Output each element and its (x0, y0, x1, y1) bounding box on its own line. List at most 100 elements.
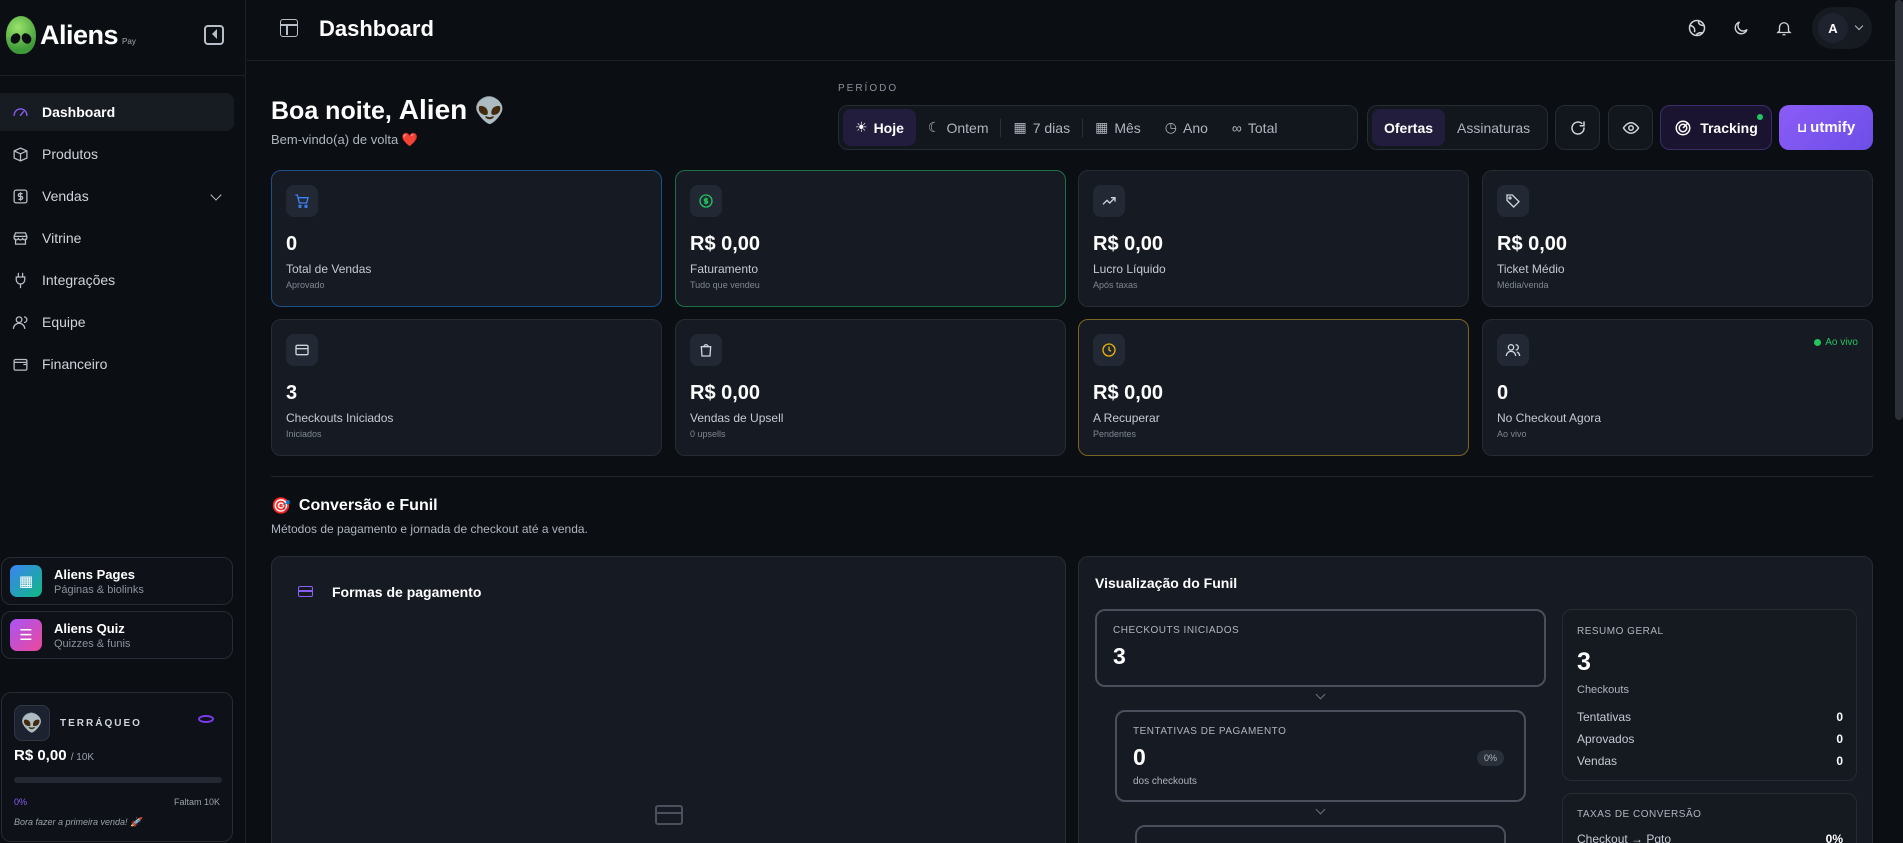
utmify-button[interactable]: ⊔ utmify (1779, 105, 1873, 150)
shopping-bag-icon (690, 334, 722, 366)
summary-label: Checkouts (1577, 684, 1629, 696)
stat-card-no-checkout-agora[interactable]: Ao vivo 0 No Checkout Agora Ao vivo (1482, 319, 1873, 456)
store-icon (13, 232, 28, 245)
sidebar: Aliens Pay Dashboard Produtos Vendas Vit… (0, 0, 246, 843)
sidebar-item-dashboard[interactable]: Dashboard (0, 93, 234, 131)
period-selector: ☀ Hoje ☾ Ontem ▦ 7 dias ▦ Mês ◷ Ano ∞ Total (838, 105, 1358, 150)
user-menu[interactable]: A (1812, 7, 1872, 49)
period-label: Hoje (873, 119, 904, 136)
stat-card-faturamento[interactable]: R$ 0,00 Faturamento Tudo que vendeu (675, 170, 1066, 307)
page-scrollbar[interactable] (1895, 0, 1903, 420)
level-name: TERRÁQUEO (60, 718, 142, 729)
moon-icon[interactable] (1730, 17, 1752, 39)
refresh-button[interactable] (1555, 105, 1600, 150)
level-goal: / 10K (70, 752, 95, 763)
greeting-name: Alien (398, 94, 468, 125)
period-label: PERÍODO (838, 83, 899, 94)
tab-ofertas[interactable]: Ofertas (1372, 109, 1446, 146)
sidebar-item-financeiro[interactable]: Financeiro (0, 345, 234, 383)
sidebar-item-label: Integrações (42, 272, 116, 288)
stat-sub: Aprovado (286, 280, 325, 290)
stat-card-total-vendas[interactable]: 0 Total de Vendas Aprovado (271, 170, 662, 307)
stat-label: Vendas de Upsell (690, 411, 784, 425)
promo-aliens-pages[interactable]: ▦ Aliens Pages Páginas & biolinks (1, 557, 233, 605)
period-ano[interactable]: ◷ Ano (1153, 109, 1220, 146)
promo-sub: Páginas & biolinks (54, 583, 144, 596)
stat-value: R$ 0,00 (1497, 233, 1568, 255)
promo-title: Aliens Quiz (54, 620, 125, 636)
funnel-step-checkouts[interactable]: CHECKOUTS INICIADOS 3 (1095, 609, 1546, 687)
sidebar-item-label: Dashboard (42, 104, 116, 120)
layout-icon[interactable] (280, 19, 298, 37)
greeting-sub: Bem-vindo(a) de volta ❤️ (271, 132, 418, 147)
funnel-step-tentativas[interactable]: TENTATIVAS DE PAGAMENTO 0 dos checkouts … (1115, 710, 1526, 802)
collapse-sidebar-icon[interactable] (204, 25, 224, 45)
gauge-icon (13, 108, 28, 117)
period-mes[interactable]: ▦ Mês (1083, 109, 1153, 146)
stat-sub: Tudo que vendeu (690, 280, 760, 290)
payment-methods-panel: Formas de pagamento (271, 556, 1066, 843)
stat-label: Faturamento (690, 262, 759, 276)
promo-aliens-quiz[interactable]: ☰ Aliens Quiz Quizzes & funis (1, 611, 233, 659)
sidebar-item-vitrine[interactable]: Vitrine (0, 219, 234, 257)
stat-card-checkouts-iniciados[interactable]: 3 Checkouts Iniciados Iniciados (271, 319, 662, 456)
credit-card-icon (286, 334, 318, 366)
stat-sub: Iniciados (286, 429, 322, 439)
cart-icon (286, 185, 318, 217)
funnel-step-next[interactable] (1135, 825, 1506, 843)
tracking-button[interactable]: Tracking (1660, 105, 1772, 150)
stat-label: Ticket Médio (1497, 262, 1565, 276)
period-total[interactable]: ∞ Total (1220, 109, 1290, 146)
section-divider (271, 476, 1873, 477)
stat-label: Total de Vendas (286, 262, 372, 276)
brand-logo[interactable]: Aliens Pay (6, 16, 136, 54)
sidebar-item-label: Financeiro (42, 356, 108, 372)
sun-icon: ☀ (855, 119, 868, 135)
sidebar-item-equipe[interactable]: Equipe (0, 303, 234, 341)
refresh-icon (1570, 120, 1585, 135)
stat-sub: 0 upsells (690, 429, 726, 439)
period-hoje[interactable]: ☀ Hoje (843, 109, 916, 146)
package-icon (13, 147, 28, 162)
globe-icon[interactable] (1686, 17, 1708, 39)
period-7-dias[interactable]: ▦ 7 dias (1001, 109, 1082, 146)
stat-value: R$ 0,00 (690, 382, 761, 404)
chevron-down-icon (1315, 804, 1326, 815)
stat-sub: Média/venda (1497, 280, 1549, 290)
summary-row-label: Tentativas (1577, 710, 1632, 724)
summary-title: RESUMO GERAL (1577, 626, 1664, 637)
rates-title: TAXAS DE CONVERSÃO (1577, 809, 1702, 820)
page-title: Dashboard (319, 16, 434, 41)
chevron-down-icon (1315, 689, 1326, 700)
calendar-clock-icon: ◷ (1164, 119, 1177, 135)
stat-card-a-recuperar[interactable]: R$ 0,00 A Recuperar Pendentes (1078, 319, 1469, 456)
stat-card-lucro-liquido[interactable]: R$ 0,00 Lucro Líquido Após taxas (1078, 170, 1469, 307)
tab-assinaturas[interactable]: Assinaturas (1445, 109, 1542, 146)
sidebar-item-produtos[interactable]: Produtos (0, 135, 234, 173)
funnel-step-label: CHECKOUTS INICIADOS (1113, 625, 1240, 636)
stat-card-vendas-upsell[interactable]: R$ 0,00 Vendas de Upsell 0 upsells (675, 319, 1066, 456)
toggle-visibility-button[interactable] (1608, 105, 1653, 150)
stat-sub: Após taxas (1093, 280, 1138, 290)
stat-value: 0 (1497, 382, 1509, 404)
level-amount: R$ 0,00 / 10K (14, 747, 94, 764)
alien-logo-icon (6, 16, 36, 54)
stat-label: Lucro Líquido (1093, 262, 1166, 276)
period-ontem[interactable]: ☾ Ontem (916, 109, 1001, 146)
topbar: Dashboard A (247, 0, 1903, 61)
status-dot (1757, 114, 1763, 120)
funnel-step-sub: dos checkouts (1133, 776, 1197, 787)
level-card[interactable]: 👽 TERRÁQUEO R$ 0,00 / 10K 0% Faltam 10K … (1, 692, 233, 842)
wallet-icon (13, 358, 28, 371)
summary-row-label: Aprovados (1577, 732, 1635, 746)
summary-card: RESUMO GERAL 3 Checkouts Tentativas 0 Apr… (1562, 609, 1857, 781)
stat-card-ticket-medio[interactable]: R$ 0,00 Ticket Médio Média/venda (1482, 170, 1873, 307)
calendar-icon: ▦ (1095, 119, 1109, 135)
stat-value: 3 (286, 382, 298, 404)
sidebar-item-label: Equipe (42, 314, 86, 330)
stat-sub: Pendentes (1093, 429, 1137, 439)
rates-row: Checkout → Pgto 0% (1577, 832, 1843, 843)
bell-icon[interactable] (1773, 17, 1795, 39)
sidebar-item-integracoes[interactable]: Integrações (0, 261, 234, 299)
sidebar-item-vendas[interactable]: Vendas (0, 177, 234, 215)
